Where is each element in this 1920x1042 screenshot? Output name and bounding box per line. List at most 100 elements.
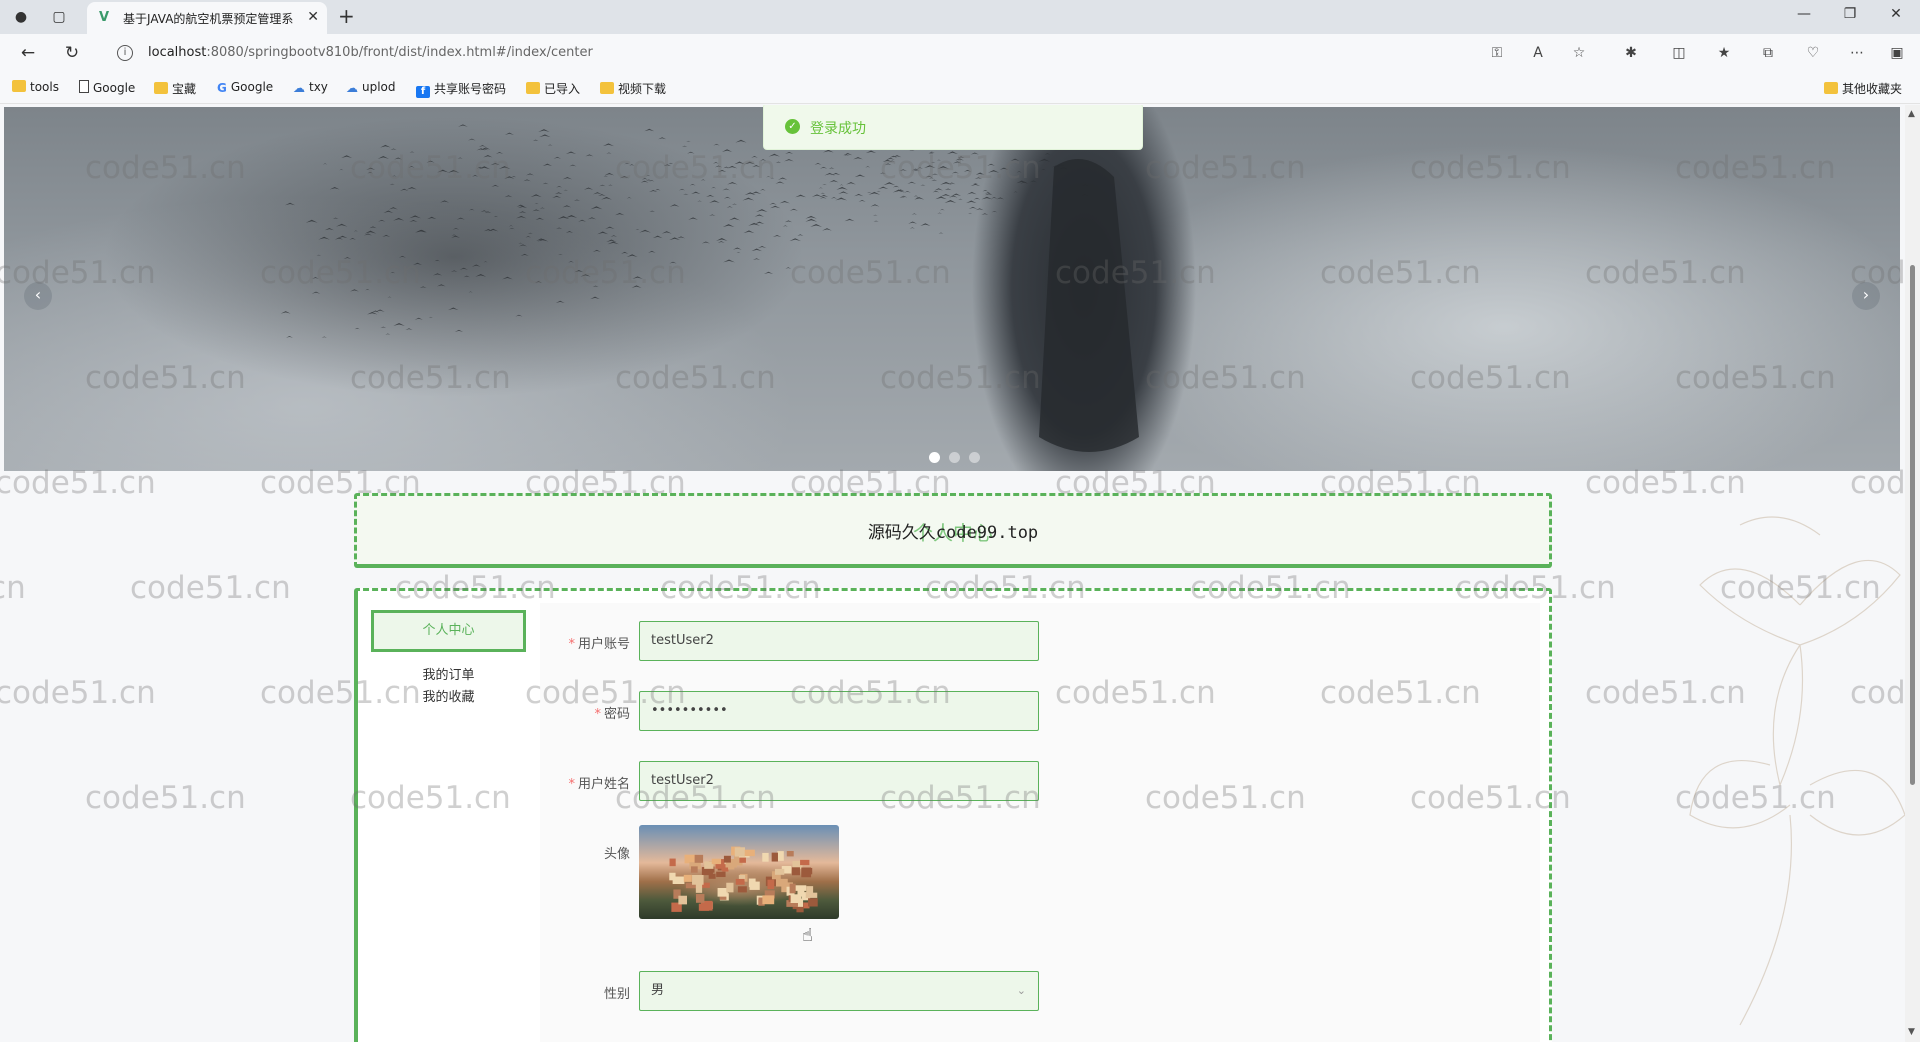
label-text: 用户账号 xyxy=(577,637,630,652)
check-circle-icon: ✓ xyxy=(785,119,800,134)
tab-actions-icon[interactable]: ▢ xyxy=(48,6,70,28)
key-icon[interactable]: ⚿ xyxy=(1487,43,1507,63)
bookmark-uplod[interactable]: ☁ uplod xyxy=(346,80,396,95)
folder-icon xyxy=(600,82,614,94)
lotus-decoration xyxy=(1689,516,1905,1026)
name-label: * 用户姓名 xyxy=(568,777,630,792)
watermark-text: code51.cn xyxy=(130,570,291,606)
bookmark-txy[interactable]: ☁ txy xyxy=(293,80,328,95)
carousel-dot-1[interactable] xyxy=(929,452,940,463)
google-icon: G xyxy=(217,81,227,95)
vue-favicon-icon: V xyxy=(99,10,110,25)
favorites-icon[interactable]: ★ xyxy=(1714,43,1734,63)
browser-essentials-icon[interactable]: ♡ xyxy=(1803,43,1823,63)
cloud-icon: ☁ xyxy=(346,81,358,95)
bookmark-google-page[interactable]: Google xyxy=(79,80,135,95)
tab-title: 基于JAVA的航空机票预定管理系 xyxy=(123,12,293,26)
menu-my-orders[interactable]: 我的订单 xyxy=(371,664,526,683)
name-input[interactable]: testUser2 xyxy=(639,761,1039,801)
back-icon[interactable]: ← xyxy=(17,42,39,64)
bookmark-label: txy xyxy=(309,80,328,94)
new-tab-icon[interactable]: + xyxy=(338,4,355,28)
account-input[interactable]: testUser2 xyxy=(639,621,1039,661)
page-scrollbar[interactable]: ▲ ▼ xyxy=(1905,105,1920,1042)
bookmark-shared-accounts[interactable]: f 共享账号密码 xyxy=(416,80,506,98)
url-host: localhost xyxy=(148,45,207,60)
avatar-image xyxy=(669,846,818,913)
address-bar: ← ↻ i localhost:8080/springbootv810b/fro… xyxy=(0,34,1920,72)
gender-value: 男 xyxy=(651,983,665,998)
split-screen-icon[interactable]: ◫ xyxy=(1669,43,1689,63)
carousel-dot-3[interactable] xyxy=(969,452,980,463)
browser-tab-bar: ● ▢ V 基于JAVA的航空机票预定管理系 ✕ + — ❐ ✕ xyxy=(0,0,1920,34)
more-menu-icon[interactable]: ⋯ xyxy=(1847,43,1867,63)
toast-message: 登录成功 xyxy=(810,121,866,137)
label-text: 用户姓名 xyxy=(577,777,630,792)
bookmark-video-download[interactable]: 视频下载 xyxy=(600,80,666,97)
carousel-banner: ‹ › xyxy=(4,107,1900,471)
scrollbar-thumb[interactable] xyxy=(1910,265,1915,785)
cloud-icon: ☁ xyxy=(293,81,305,95)
menu-my-favorites[interactable]: 我的收藏 xyxy=(371,686,526,705)
url-field[interactable]: localhost:8080/springbootv810b/front/dis… xyxy=(148,45,593,60)
watermark-text: code51.cn xyxy=(0,675,156,711)
bookmark-label: 宝藏 xyxy=(172,82,197,96)
carousel-indicators xyxy=(929,448,989,467)
profile-form: * 用户账号 testUser2 * 密码 •••••••••• * 用户姓名 tes… xyxy=(540,603,1540,1042)
personal-center-panel: 个人中心 我的订单 我的收藏 * 用户账号 testUser2 * 密码 •••••… xyxy=(354,588,1552,1042)
profile-icon[interactable]: ● xyxy=(10,6,32,28)
read-aloud-icon[interactable]: A xyxy=(1528,43,1548,63)
bookmark-label: Google xyxy=(93,81,136,95)
folder-icon xyxy=(1824,82,1838,94)
reload-icon[interactable]: ↻ xyxy=(61,42,83,64)
site-info-icon[interactable]: i xyxy=(117,45,133,61)
chevron-down-icon: ⌄ xyxy=(1016,984,1026,997)
bookmark-label: 共享账号密码 xyxy=(434,82,507,96)
page-title: 源码久久code99.top xyxy=(867,523,1039,543)
carousel-dot-2[interactable] xyxy=(949,452,960,463)
collections-icon[interactable]: ⧉ xyxy=(1758,43,1778,63)
bookmark-label: 其他收藏夹 xyxy=(1842,82,1903,96)
folder-icon xyxy=(12,80,26,92)
bookmark-label: 视频下载 xyxy=(618,82,667,96)
bookmarks-bar: tools Google 宝藏 G Google ☁ txy ☁ uplod f 共享账… xyxy=(0,72,1920,104)
bookmark-baozang[interactable]: 宝藏 xyxy=(154,80,196,97)
url-path: :8080/springbootv810b/front/dist/index.h… xyxy=(206,45,593,60)
browser-tab[interactable]: V 基于JAVA的航空机票预定管理系 ✕ xyxy=(87,2,327,34)
bookmark-other-favorites[interactable]: 其他收藏夹 xyxy=(1824,80,1902,97)
close-tab-icon[interactable]: ✕ xyxy=(307,9,319,25)
extensions-icon[interactable]: ✱ xyxy=(1621,43,1641,63)
bookmark-tools[interactable]: tools xyxy=(12,80,59,94)
success-toast: ✓ 登录成功 xyxy=(763,105,1143,150)
facebook-icon: f xyxy=(416,86,430,98)
close-window-icon[interactable]: ✕ xyxy=(1886,6,1906,22)
scroll-up-icon[interactable]: ▲ xyxy=(1908,109,1915,119)
mouse-cursor-icon: ☝ xyxy=(802,925,813,946)
bookmark-label: Google xyxy=(230,80,274,94)
restore-icon[interactable]: ❐ xyxy=(1840,6,1860,22)
label-text: 密码 xyxy=(603,707,630,722)
bookmark-label: 已导入 xyxy=(544,82,581,96)
page-title-box: 个人中心 源码久久code99.top xyxy=(354,493,1552,568)
gender-label: 性别 xyxy=(603,987,630,1002)
sidebar-icon[interactable]: ▣ xyxy=(1887,43,1907,63)
avatar-label: 头像 xyxy=(603,847,630,862)
menu-personal-center[interactable]: 个人中心 xyxy=(371,610,526,652)
favorite-star-icon[interactable]: ☆ xyxy=(1569,43,1589,63)
bookmark-label: uplod xyxy=(362,80,396,94)
bookmark-imported[interactable]: 已导入 xyxy=(526,80,580,97)
page-viewport: ‹ › ✓ 登录成功 个人中心 源码久久code99.top 个人中心 我的订单… xyxy=(0,105,1905,1042)
bookmark-label: tools xyxy=(30,80,59,94)
password-input[interactable]: •••••••••• xyxy=(639,691,1039,731)
scroll-down-icon[interactable]: ▼ xyxy=(1908,1027,1915,1037)
avatar-upload[interactable] xyxy=(639,825,839,919)
account-label: * 用户账号 xyxy=(568,637,630,652)
gender-select[interactable]: 男 ⌄ xyxy=(639,971,1039,1011)
watermark-text: code51.cn xyxy=(0,570,26,606)
bookmark-google[interactable]: G Google xyxy=(217,80,273,95)
password-label: * 密码 xyxy=(594,707,630,722)
folder-icon xyxy=(154,82,168,94)
carousel-next-button[interactable]: › xyxy=(1852,282,1880,310)
minimize-icon[interactable]: — xyxy=(1794,6,1814,22)
carousel-prev-button[interactable]: ‹ xyxy=(24,282,52,310)
